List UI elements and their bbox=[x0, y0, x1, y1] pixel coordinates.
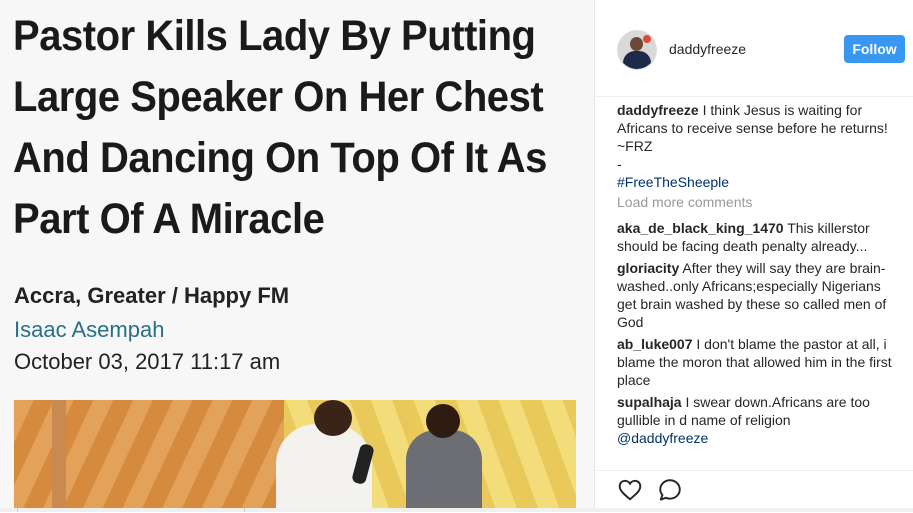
post-header: daddyfreeze Follow bbox=[595, 0, 913, 97]
caption-username[interactable]: daddyfreeze bbox=[617, 102, 699, 118]
comment-item: supalhaja I swear down.Africans are too … bbox=[617, 393, 897, 447]
comments-list: daddyfreeze I think Jesus is waiting for… bbox=[617, 101, 897, 451]
headline-line: Pastor Kills Lady By Putting bbox=[13, 12, 536, 60]
comment-mention[interactable]: @daddyfreeze bbox=[617, 430, 708, 446]
comment-item: ab_luke007 I don't blame the pastor at a… bbox=[617, 335, 897, 389]
post-image: Pastor Kills Lady By Putting Large Speak… bbox=[0, 0, 595, 512]
comment-icon[interactable] bbox=[657, 477, 683, 503]
avatar[interactable] bbox=[617, 30, 657, 70]
comment-username[interactable]: aka_de_black_king_1470 bbox=[617, 220, 784, 236]
article-date: October 03, 2017 11:17 am bbox=[14, 349, 281, 374]
comment-item: aka_de_black_king_1470 This killerstor s… bbox=[617, 219, 897, 255]
post-sidebar: daddyfreeze Follow daddyfreeze I think J… bbox=[595, 0, 913, 512]
comment-username[interactable]: ab_luke007 bbox=[617, 336, 693, 352]
caption-dash: - bbox=[617, 156, 622, 172]
article-author: Isaac Asempah bbox=[14, 317, 165, 342]
headline-line: Large Speaker On Her Chest bbox=[13, 73, 544, 121]
comment-username[interactable]: gloriacity bbox=[617, 260, 679, 276]
article-headline: Pastor Kills Lady By Putting Large Speak… bbox=[13, 6, 548, 250]
heart-icon[interactable] bbox=[617, 477, 643, 503]
load-more-comments[interactable]: Load more comments bbox=[617, 193, 897, 211]
follow-button[interactable]: Follow bbox=[844, 35, 905, 63]
horizontal-scrollbar[interactable] bbox=[0, 508, 913, 512]
headline-line: And Dancing On Top Of It As bbox=[13, 134, 547, 182]
comment-username[interactable]: supalhaja bbox=[617, 394, 682, 410]
caption-hashtag[interactable]: #FreeTheSheeple bbox=[617, 174, 729, 190]
comment-item: gloriacity After they will say they are … bbox=[617, 259, 897, 331]
header-username[interactable]: daddyfreeze bbox=[669, 41, 746, 57]
post-actions bbox=[595, 470, 913, 513]
caption: daddyfreeze I think Jesus is waiting for… bbox=[617, 101, 897, 191]
headline-line: Part Of A Miracle bbox=[13, 195, 325, 243]
article-photo bbox=[14, 400, 576, 512]
article-source: Accra, Greater / Happy FM bbox=[14, 283, 290, 308]
